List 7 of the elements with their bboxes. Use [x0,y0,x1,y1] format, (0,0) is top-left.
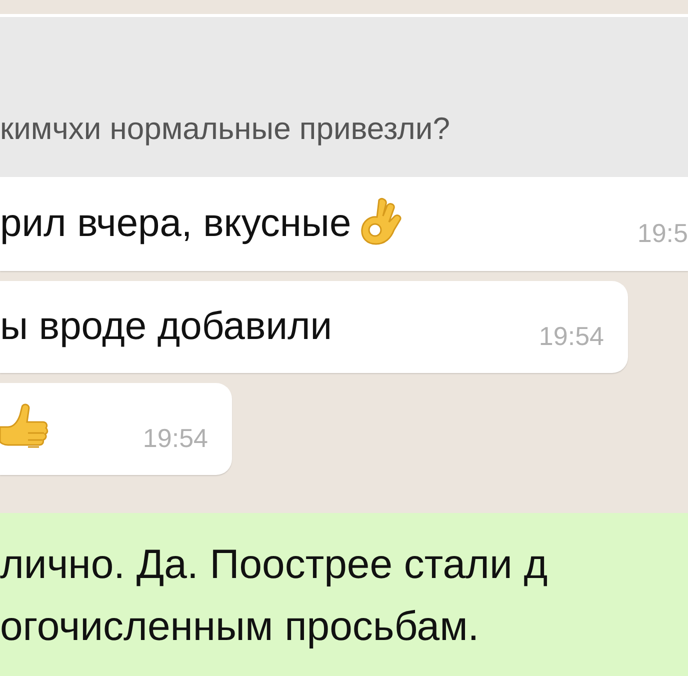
quoted-text: кимчхи нормальные привезли? [0,111,450,147]
message-time: 19:54 [142,422,208,454]
message-time: 19:54 [538,320,604,352]
message-time: 19:5 [637,216,688,248]
message-text: лично. Да. Поострее стали д огочисленным просьбам. [0,540,549,651]
message-text: ы вроде добавили [0,305,332,349]
message-text: рил вчера, вкусные [0,202,352,246]
